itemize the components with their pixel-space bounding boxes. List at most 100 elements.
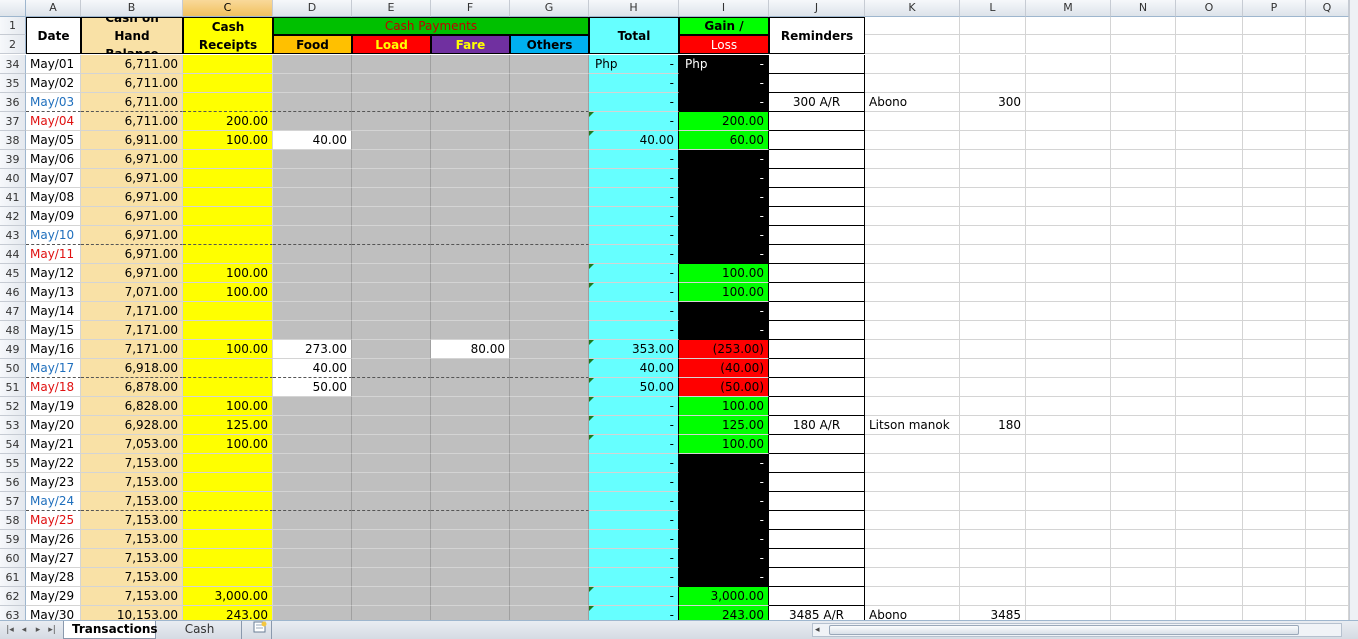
reminder-cell[interactable] <box>769 454 865 473</box>
note-cell[interactable] <box>865 321 960 340</box>
grid-cell[interactable] <box>1111 74 1176 93</box>
grid-cell[interactable] <box>1111 131 1176 150</box>
fare-cell[interactable] <box>431 397 510 416</box>
grid-cell[interactable] <box>1111 35 1176 54</box>
grid-cell[interactable] <box>1111 359 1176 378</box>
grid-cell[interactable] <box>1026 492 1111 511</box>
balance-cell[interactable]: 6,928.00 <box>81 416 183 435</box>
column-header-o[interactable]: O <box>1176 0 1243 17</box>
load-cell[interactable] <box>352 340 431 359</box>
date-cell[interactable]: May/28 <box>26 568 81 587</box>
gain-loss-cell[interactable]: - <box>679 93 769 112</box>
fare-cell[interactable] <box>431 359 510 378</box>
date-cell[interactable]: May/17 <box>26 359 81 378</box>
grid-cell[interactable] <box>1111 93 1176 112</box>
grid-cell[interactable] <box>1111 435 1176 454</box>
note-cell[interactable] <box>865 359 960 378</box>
balance-cell[interactable]: 6,711.00 <box>81 93 183 112</box>
others-cell[interactable] <box>510 188 589 207</box>
reminder-cell[interactable] <box>769 340 865 359</box>
date-cell[interactable]: May/16 <box>26 340 81 359</box>
balance-cell[interactable]: 7,053.00 <box>81 435 183 454</box>
reminder-cell[interactable] <box>769 473 865 492</box>
receipts-cell[interactable]: 125.00 <box>183 416 273 435</box>
date-cell[interactable]: May/26 <box>26 530 81 549</box>
load-cell[interactable] <box>352 435 431 454</box>
food-cell[interactable]: 50.00 <box>273 378 352 397</box>
amount-cell[interactable] <box>960 492 1026 511</box>
total-cell[interactable]: - <box>589 283 679 302</box>
grid-cell[interactable] <box>1176 454 1243 473</box>
others-cell[interactable] <box>510 169 589 188</box>
grid-cell[interactable] <box>1111 606 1176 620</box>
receipts-cell[interactable]: 100.00 <box>183 340 273 359</box>
note-cell[interactable] <box>865 568 960 587</box>
others-cell[interactable] <box>510 397 589 416</box>
note-cell[interactable] <box>865 435 960 454</box>
gain-loss-cell[interactable]: - <box>679 245 769 264</box>
column-header-b[interactable]: B <box>81 0 183 17</box>
note-cell[interactable] <box>865 245 960 264</box>
food-cell[interactable] <box>273 74 352 93</box>
date-cell[interactable]: May/12 <box>26 264 81 283</box>
gain-loss-cell[interactable]: - <box>679 473 769 492</box>
gain-loss-cell[interactable]: 100.00 <box>679 435 769 454</box>
grid-cell[interactable] <box>1243 321 1306 340</box>
total-cell[interactable]: - <box>589 473 679 492</box>
grid-cell[interactable] <box>1243 302 1306 321</box>
balance-cell[interactable]: 6,971.00 <box>81 226 183 245</box>
reminder-cell[interactable] <box>769 74 865 93</box>
balance-cell[interactable]: 6,971.00 <box>81 150 183 169</box>
total-cell[interactable]: - <box>589 245 679 264</box>
reminder-cell[interactable] <box>769 378 865 397</box>
amount-cell[interactable] <box>960 454 1026 473</box>
row-header[interactable]: 35 <box>0 74 26 93</box>
gain-loss-cell[interactable]: 243.00 <box>679 606 769 620</box>
grid-cell[interactable] <box>1306 74 1349 93</box>
grid-cell[interactable] <box>1243 511 1306 530</box>
reminder-cell[interactable] <box>769 169 865 188</box>
note-cell[interactable] <box>865 112 960 131</box>
load-cell[interactable] <box>352 530 431 549</box>
fare-cell[interactable] <box>431 283 510 302</box>
grid-cell[interactable] <box>1026 150 1111 169</box>
column-header-j[interactable]: J <box>769 0 865 17</box>
grid-cell[interactable] <box>1111 207 1176 226</box>
amount-cell[interactable] <box>960 378 1026 397</box>
grid-cell[interactable] <box>1111 454 1176 473</box>
note-cell[interactable] <box>865 188 960 207</box>
grid-cell[interactable] <box>1026 549 1111 568</box>
others-cell[interactable] <box>510 321 589 340</box>
food-cell[interactable] <box>273 302 352 321</box>
reminder-cell[interactable] <box>769 587 865 606</box>
others-cell[interactable] <box>510 511 589 530</box>
receipts-cell[interactable]: 100.00 <box>183 131 273 150</box>
food-cell[interactable] <box>273 568 352 587</box>
grid-cell[interactable] <box>1306 17 1349 35</box>
date-cell[interactable]: May/09 <box>26 207 81 226</box>
grid-cell[interactable] <box>1176 35 1243 54</box>
total-cell[interactable]: 50.00 <box>589 378 679 397</box>
food-cell[interactable] <box>273 207 352 226</box>
grid-cell[interactable] <box>1243 17 1306 35</box>
balance-cell[interactable]: 6,971.00 <box>81 188 183 207</box>
grid-cell[interactable] <box>1243 359 1306 378</box>
row-header[interactable]: 47 <box>0 302 26 321</box>
row-header[interactable]: 60 <box>0 549 26 568</box>
date-cell[interactable]: May/01 <box>26 55 81 74</box>
row-header[interactable]: 52 <box>0 397 26 416</box>
note-cell[interactable] <box>865 378 960 397</box>
food-cell[interactable] <box>273 283 352 302</box>
grid-cell[interactable] <box>1176 302 1243 321</box>
others-cell[interactable] <box>510 112 589 131</box>
load-cell[interactable] <box>352 207 431 226</box>
others-cell[interactable] <box>510 55 589 74</box>
gain-loss-cell[interactable]: (253.00) <box>679 340 769 359</box>
grid-cell[interactable] <box>1111 549 1176 568</box>
fare-cell[interactable] <box>431 587 510 606</box>
receipts-cell[interactable] <box>183 226 273 245</box>
amount-cell[interactable] <box>960 55 1026 74</box>
grid-cell[interactable] <box>1243 549 1306 568</box>
load-cell[interactable] <box>352 378 431 397</box>
reminder-cell[interactable] <box>769 549 865 568</box>
